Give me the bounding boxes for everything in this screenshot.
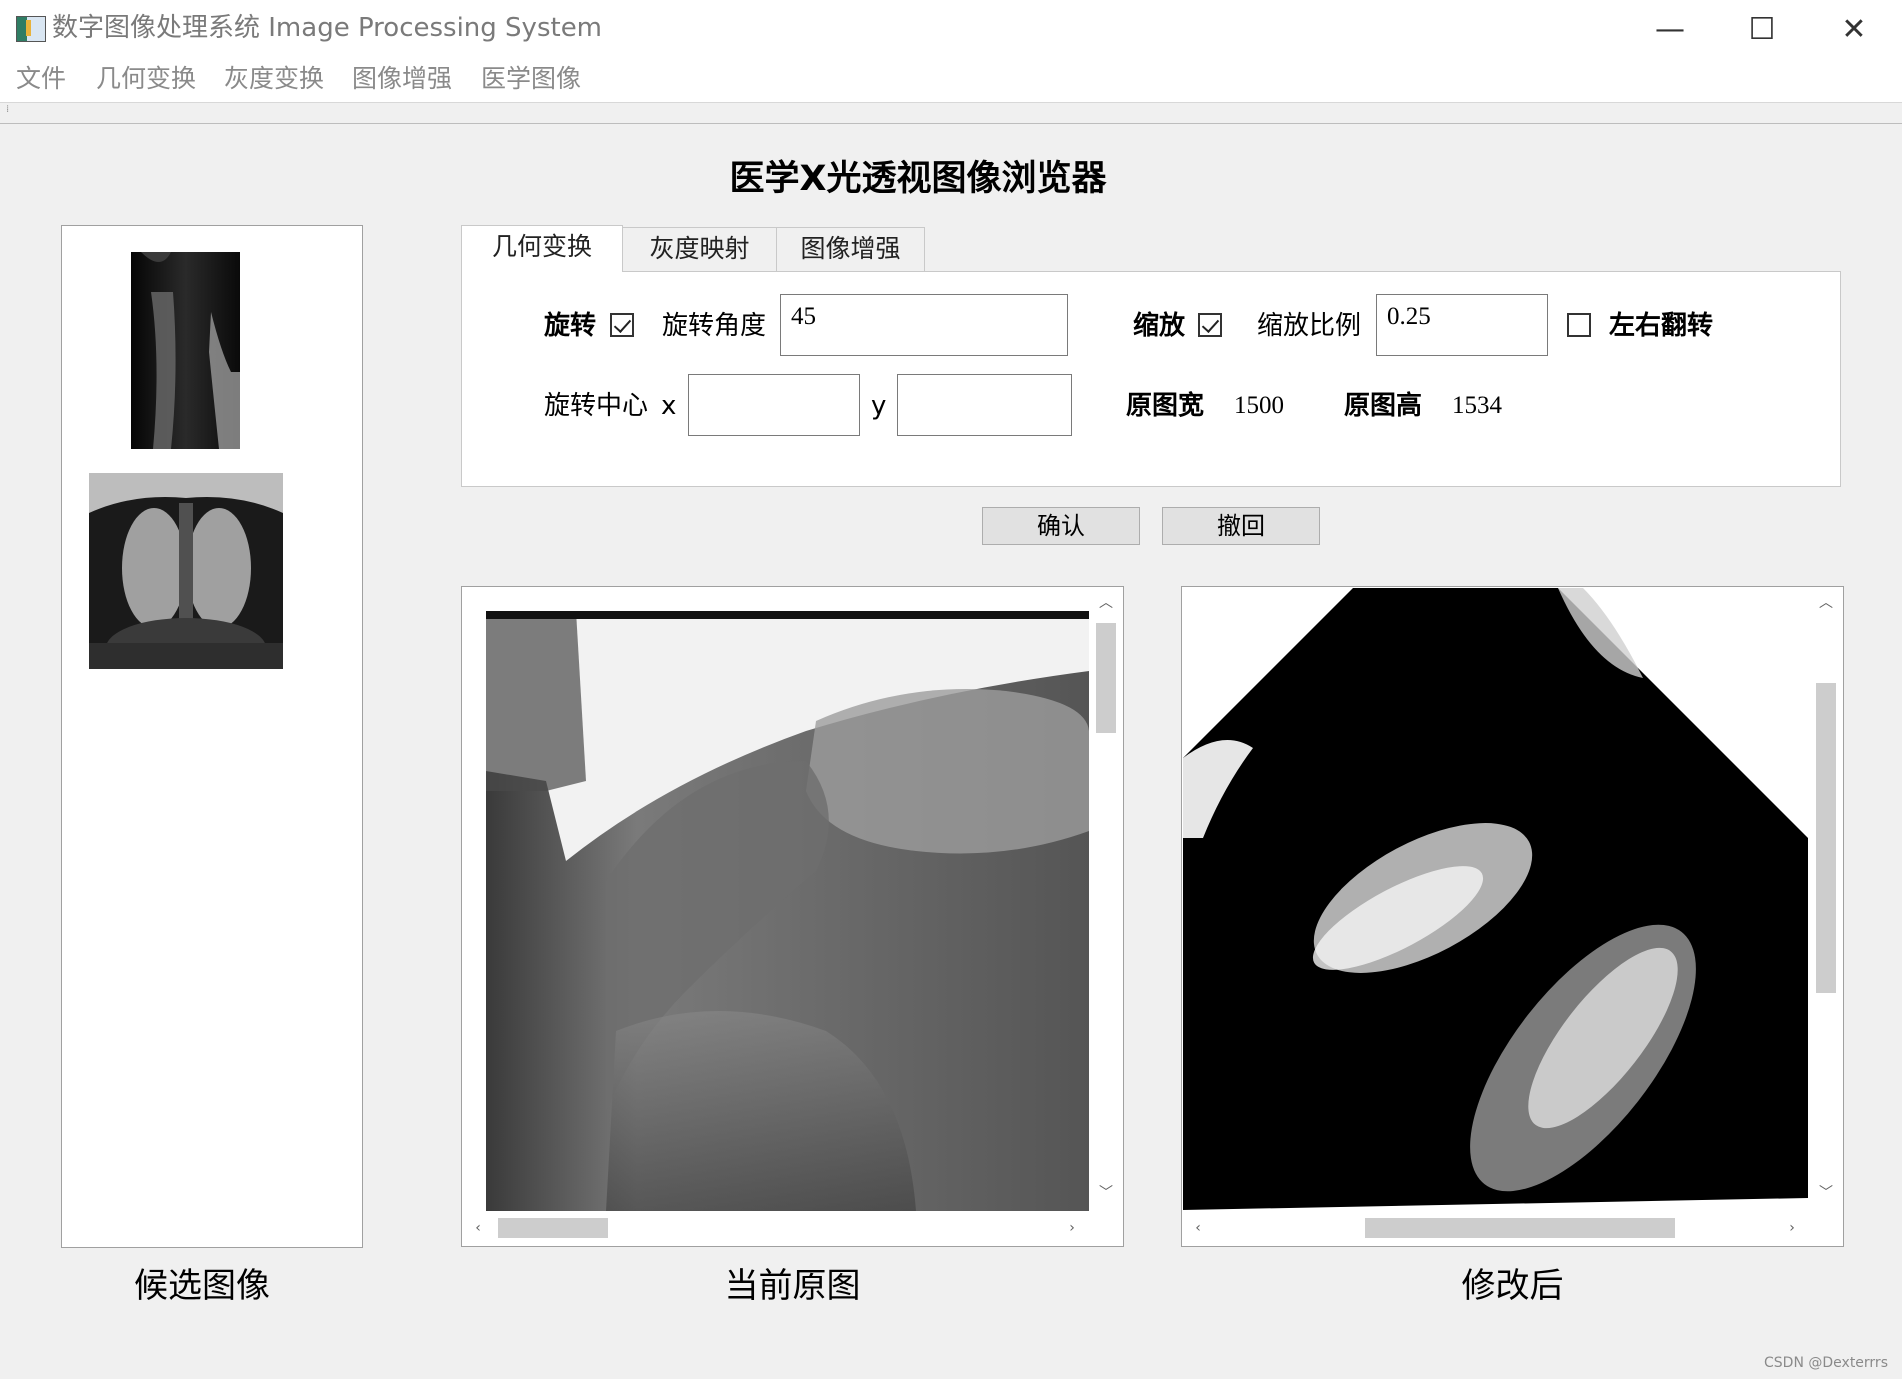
minimize-icon: — <box>1655 11 1685 47</box>
current-image-caption: 当前原图 <box>724 1266 861 1306</box>
title-bar: 数字图像处理系统 Image Processing System — ☐ ✕ <box>0 0 1902 58</box>
scale-ratio-label: 缩放比例 <box>1257 311 1362 341</box>
menu-medical-image[interactable]: 医学图像 <box>481 62 581 96</box>
modified-horizontal-scrollbar[interactable]: ‹ › <box>1182 1211 1809 1245</box>
scale-ratio-input[interactable]: 0.25 <box>1376 294 1548 356</box>
original-vertical-thumb[interactable] <box>1096 623 1116 733</box>
modified-vertical-scrollbar[interactable]: ︿ ﹀ <box>1809 587 1843 1209</box>
center-x-label: x <box>661 391 677 421</box>
candidate-images-list <box>61 225 363 1248</box>
candidate-images-caption: 候选图像 <box>134 1266 270 1306</box>
modified-image <box>1183 588 1808 1210</box>
menu-file[interactable]: 文件 <box>16 62 66 96</box>
scale-checkbox[interactable] <box>1198 313 1222 337</box>
flip-checkbox[interactable] <box>1567 313 1591 337</box>
center-y-input[interactable] <box>897 374 1072 436</box>
undo-button[interactable]: 撤回 <box>1162 507 1320 545</box>
modified-vertical-thumb[interactable] <box>1816 683 1836 993</box>
center-y-label: y <box>871 391 887 421</box>
original-height-value: 1534 <box>1452 392 1502 419</box>
menu-image-enhancement[interactable]: 图像增强 <box>352 62 452 96</box>
modified-image-caption: 修改后 <box>1461 1266 1564 1306</box>
original-horizontal-scrollbar[interactable]: ‹ › <box>462 1211 1089 1245</box>
rotate-checkbox[interactable] <box>610 313 634 337</box>
close-button[interactable]: ✕ <box>1808 0 1900 58</box>
geometric-transform-pane: 旋转 旋转角度 45 缩放 缩放比例 0.25 左右翻转 旋转中心 x y 原图… <box>461 271 1841 487</box>
limb-xray-thumbnail <box>131 252 240 449</box>
tab-geometric-transform[interactable]: 几何变换 <box>461 225 623 272</box>
candidate-thumbnail-chest[interactable] <box>89 473 283 678</box>
app-icon <box>16 16 46 42</box>
scroll-right-icon[interactable]: › <box>1782 1218 1802 1238</box>
original-vertical-scrollbar[interactable]: ︿ ﹀ <box>1089 587 1123 1209</box>
original-width-value: 1500 <box>1234 392 1284 419</box>
menu-grayscale-transform[interactable]: 灰度变换 <box>224 62 324 96</box>
shoulder-xray <box>486 611 1089 1211</box>
maximize-button[interactable]: ☐ <box>1716 0 1808 58</box>
tab-image-enhancement[interactable]: 图像增强 <box>776 227 925 271</box>
toolbar-grip-icon[interactable]: ⁞ <box>6 105 9 115</box>
original-horizontal-thumb[interactable] <box>498 1218 608 1238</box>
scroll-left-icon[interactable]: ‹ <box>1188 1218 1208 1238</box>
center-x-input[interactable] <box>688 374 860 436</box>
rotate-label: 旋转 <box>544 311 597 341</box>
maximize-icon: ☐ <box>1748 11 1776 47</box>
modified-image-view: ︿ ﹀ ‹ › <box>1181 586 1844 1247</box>
flip-label: 左右翻转 <box>1609 311 1714 341</box>
scroll-down-icon[interactable]: ﹀ <box>1816 1183 1836 1203</box>
minimize-button[interactable]: — <box>1624 0 1716 58</box>
scroll-up-icon[interactable]: ︿ <box>1816 593 1836 613</box>
original-height-label: 原图高 <box>1344 391 1423 421</box>
original-image-view: ︿ ﹀ ‹ › <box>461 586 1124 1247</box>
scroll-up-icon[interactable]: ︿ <box>1096 593 1116 613</box>
close-icon: ✕ <box>1841 11 1867 47</box>
modified-horizontal-thumb[interactable] <box>1365 1218 1675 1238</box>
original-image <box>486 611 1089 1211</box>
original-width-label: 原图宽 <box>1126 391 1205 421</box>
scroll-down-icon[interactable]: ﹀ <box>1096 1183 1116 1203</box>
scale-label: 缩放 <box>1133 311 1186 341</box>
confirm-button[interactable]: 确认 <box>982 507 1140 545</box>
toolbar-strip <box>0 103 1902 124</box>
watermark: CSDN @Dexterrrs <box>1764 1355 1888 1371</box>
menu-bar: 文件 几何变换 灰度变换 图像增强 医学图像 <box>0 58 1902 103</box>
rotation-center-label: 旋转中心 <box>544 391 649 421</box>
candidate-thumbnail-limb[interactable] <box>131 252 240 449</box>
menu-geometric-transform[interactable]: 几何变换 <box>96 62 196 96</box>
chest-xray-thumbnail <box>89 473 283 678</box>
window-title: 数字图像处理系统 Image Processing System <box>52 13 603 43</box>
rotated-chest-xray <box>1183 588 1808 1210</box>
scroll-right-icon[interactable]: › <box>1062 1218 1082 1238</box>
rotate-angle-input[interactable]: 45 <box>780 294 1068 356</box>
rotate-angle-label: 旋转角度 <box>662 311 767 341</box>
scroll-left-icon[interactable]: ‹ <box>468 1218 488 1238</box>
page-title: 医学X光透视图像浏览器 <box>729 159 1107 199</box>
tab-grayscale-mapping[interactable]: 灰度映射 <box>622 227 777 271</box>
